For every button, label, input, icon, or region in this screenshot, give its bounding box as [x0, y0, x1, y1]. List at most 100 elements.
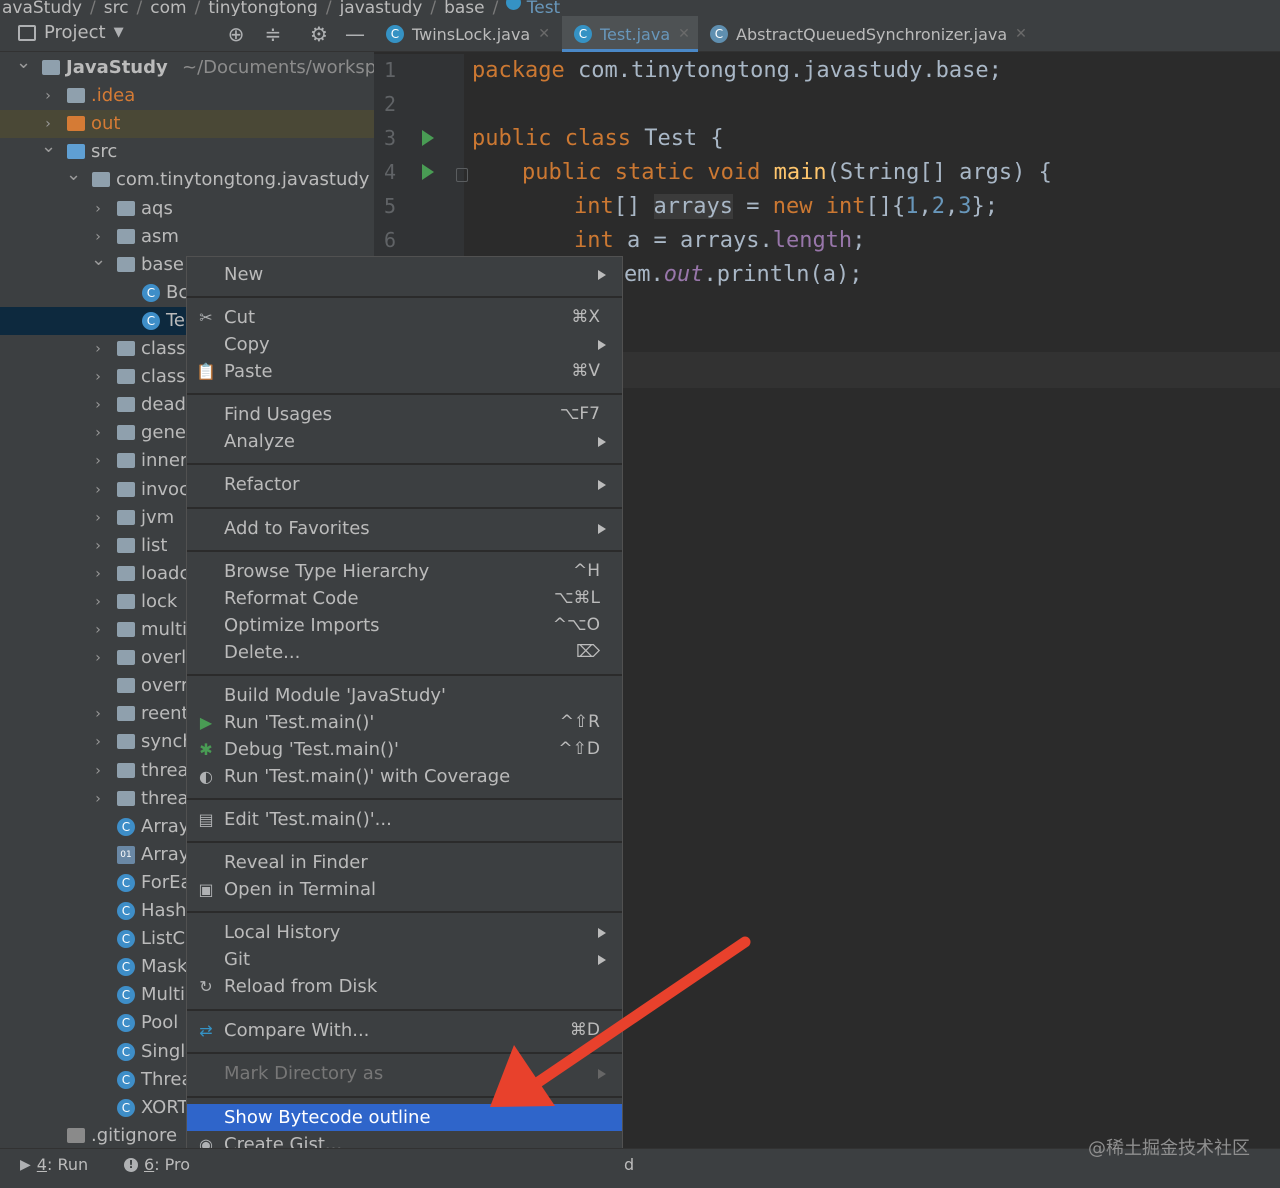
chevron-right-icon[interactable]: › — [91, 644, 105, 672]
chevron-right-icon[interactable]: › — [91, 447, 105, 475]
chevron-right-icon[interactable]: › — [91, 532, 105, 560]
chevron-down-icon[interactable]: ⌄ — [66, 161, 81, 189]
menu-item[interactable]: Browse Type Hierarchy ^H — [187, 558, 622, 585]
menu-item[interactable]: ▣ Open in Terminal — [187, 876, 622, 903]
chevron-right-icon[interactable]: › — [91, 785, 105, 813]
tree-item[interactable]: › asm — [0, 223, 374, 251]
chevron-right-icon[interactable]: › — [91, 363, 105, 391]
breadcrumb[interactable]: src — [104, 0, 129, 16]
chevron-right-icon[interactable]: › — [91, 757, 105, 785]
menu-item[interactable]: ▤ Edit 'Test.main()'... — [187, 806, 622, 833]
watermark: @稀土掘金技术社区 — [1088, 1138, 1250, 1159]
tree-item[interactable]: › aqs — [0, 195, 374, 223]
menu-item[interactable]: Reformat Code ⌥⌘L — [187, 585, 622, 612]
menu-item[interactable]: Local History — [187, 919, 622, 946]
menu-item[interactable]: ↻ Reload from Disk — [187, 973, 622, 1000]
menu-item[interactable]: Show Bytecode outline — [187, 1104, 622, 1131]
tree-item[interactable]: ⌄ com.tinytongtong.javastudy — [0, 164, 374, 194]
menu-item[interactable]: Optimize Imports ^⌥O — [187, 612, 622, 639]
chevron-right-icon[interactable]: › — [91, 560, 105, 588]
chevron-right-icon[interactable]: › — [41, 82, 55, 110]
chevron-right-icon[interactable]: › — [91, 728, 105, 756]
menu-item-label: Reload from Disk — [224, 976, 378, 997]
close-icon[interactable]: ✕ — [1015, 26, 1027, 42]
chevron-right-icon[interactable]: › — [91, 616, 105, 644]
tree-item-label: ForEa — [141, 871, 192, 893]
chevron-right-icon[interactable]: › — [91, 335, 105, 363]
problems-tool-button[interactable]: ! 6: Pro — [124, 1155, 190, 1174]
tree-item-label: overr — [141, 675, 189, 697]
submenu-arrow-icon — [598, 480, 606, 490]
chevron-down-icon[interactable]: ⌄ — [91, 246, 106, 274]
breadcrumb[interactable]: avaStudy — [2, 0, 82, 16]
menu-item[interactable]: 📋 Paste ⌘V — [187, 358, 622, 385]
code-area[interactable]: package com.tinytongtong.javastudy.base;… — [472, 54, 1052, 287]
tree-item[interactable]: ⌄ src — [0, 136, 374, 166]
breadcrumb[interactable]: com — [150, 0, 186, 16]
hide-icon[interactable]: — — [343, 22, 367, 46]
menu-item[interactable]: Analyze — [187, 428, 622, 455]
run-gutter-icon[interactable] — [422, 164, 434, 180]
breadcrumb[interactable]: javastudy — [340, 0, 423, 16]
chevron-right-icon[interactable]: › — [91, 504, 105, 532]
menu-item[interactable]: ▶ Run 'Test.main()' ^⇧R — [187, 709, 622, 736]
tree-item-label: reent — [141, 703, 189, 725]
breadcrumb[interactable]: tinytongtong — [208, 0, 318, 16]
tree-item-label: Array — [141, 815, 190, 837]
chevron-down-icon[interactable]: ⌄ — [41, 133, 56, 161]
tree-item-label: asm — [141, 225, 179, 247]
menu-item[interactable]: Refactor — [187, 471, 622, 498]
chevron-down-icon[interactable]: ⌄ — [16, 49, 31, 77]
run-gutter-icon[interactable] — [422, 130, 434, 146]
gear-icon[interactable]: ⚙ — [307, 22, 331, 46]
line-number: 4 — [384, 160, 397, 184]
menu-item[interactable]: Find Usages ⌥F7 — [187, 401, 622, 428]
close-icon[interactable]: ✕ — [678, 26, 690, 42]
project-view-selector[interactable]: Project ▼ — [18, 22, 124, 43]
breadcrumb[interactable]: Test — [527, 0, 560, 16]
editor-tabs: C TwinsLock.java ✕ C Test.java ✕ C Abstr… — [374, 16, 1280, 52]
menu-item[interactable]: ⇄ Compare With... ⌘D — [187, 1017, 622, 1044]
menu-separator — [187, 911, 622, 913]
chevron-right-icon[interactable]: › — [91, 588, 105, 616]
class-icon: C — [117, 817, 135, 836]
chevron-right-icon[interactable]: › — [91, 700, 105, 728]
menu-item[interactable]: Delete... ⌦ — [187, 639, 622, 666]
menu-item[interactable]: Git — [187, 946, 622, 973]
menu-item[interactable]: ◐ Run 'Test.main()' with Coverage — [187, 763, 622, 790]
breadcrumb[interactable]: base — [444, 0, 485, 16]
menu-item-shortcut: ^⇧R — [559, 712, 600, 732]
tree-item-label: out — [91, 113, 121, 135]
tree-item-label: XORT — [141, 1096, 189, 1118]
tree-item[interactable]: › .idea — [0, 82, 374, 110]
menu-item[interactable]: ✱ Debug 'Test.main()' ^⇧D — [187, 736, 622, 763]
collapse-all-icon[interactable]: ≑ — [261, 22, 285, 46]
tree-item[interactable]: ⌄ JavaStudy ~/Documents/workspa — [0, 52, 374, 82]
menu-item-shortcut: ⌘X — [571, 307, 600, 327]
code-text: (String[] args) { — [826, 160, 1052, 185]
class-icon: C — [117, 1014, 135, 1033]
menu-item[interactable]: Copy — [187, 331, 622, 358]
editor-tab[interactable]: C TwinsLock.java ✕ — [374, 16, 562, 52]
package-icon — [117, 228, 135, 244]
close-icon[interactable]: ✕ — [538, 26, 550, 42]
file-icon — [67, 1127, 85, 1143]
tree-item-label: invoc — [141, 478, 189, 500]
menu-item[interactable]: Add to Favorites — [187, 515, 622, 542]
menu-item[interactable]: ✂ Cut ⌘X — [187, 304, 622, 331]
chevron-right-icon[interactable]: › — [91, 419, 105, 447]
fold-icon[interactable] — [456, 168, 468, 182]
editor-tab[interactable]: C AbstractQueuedSynchronizer.java ✕ — [698, 16, 1028, 52]
editor-tab-active[interactable]: C Test.java ✕ — [562, 16, 698, 52]
menu-item[interactable]: Build Module 'JavaStudy' — [187, 682, 622, 709]
chevron-right-icon[interactable]: › — [91, 391, 105, 419]
menu-separator — [187, 296, 622, 298]
chevron-right-icon[interactable]: › — [91, 476, 105, 504]
tree-item-label: threa — [141, 759, 189, 781]
run-tool-button[interactable]: ▶ 4: Run — [20, 1155, 88, 1174]
chevron-right-icon[interactable]: › — [91, 195, 105, 223]
menu-item[interactable]: New — [187, 261, 622, 288]
tree-item[interactable]: › out — [0, 110, 374, 139]
menu-item[interactable]: Reveal in Finder — [187, 849, 622, 876]
locate-icon[interactable]: ⊕ — [224, 22, 248, 46]
